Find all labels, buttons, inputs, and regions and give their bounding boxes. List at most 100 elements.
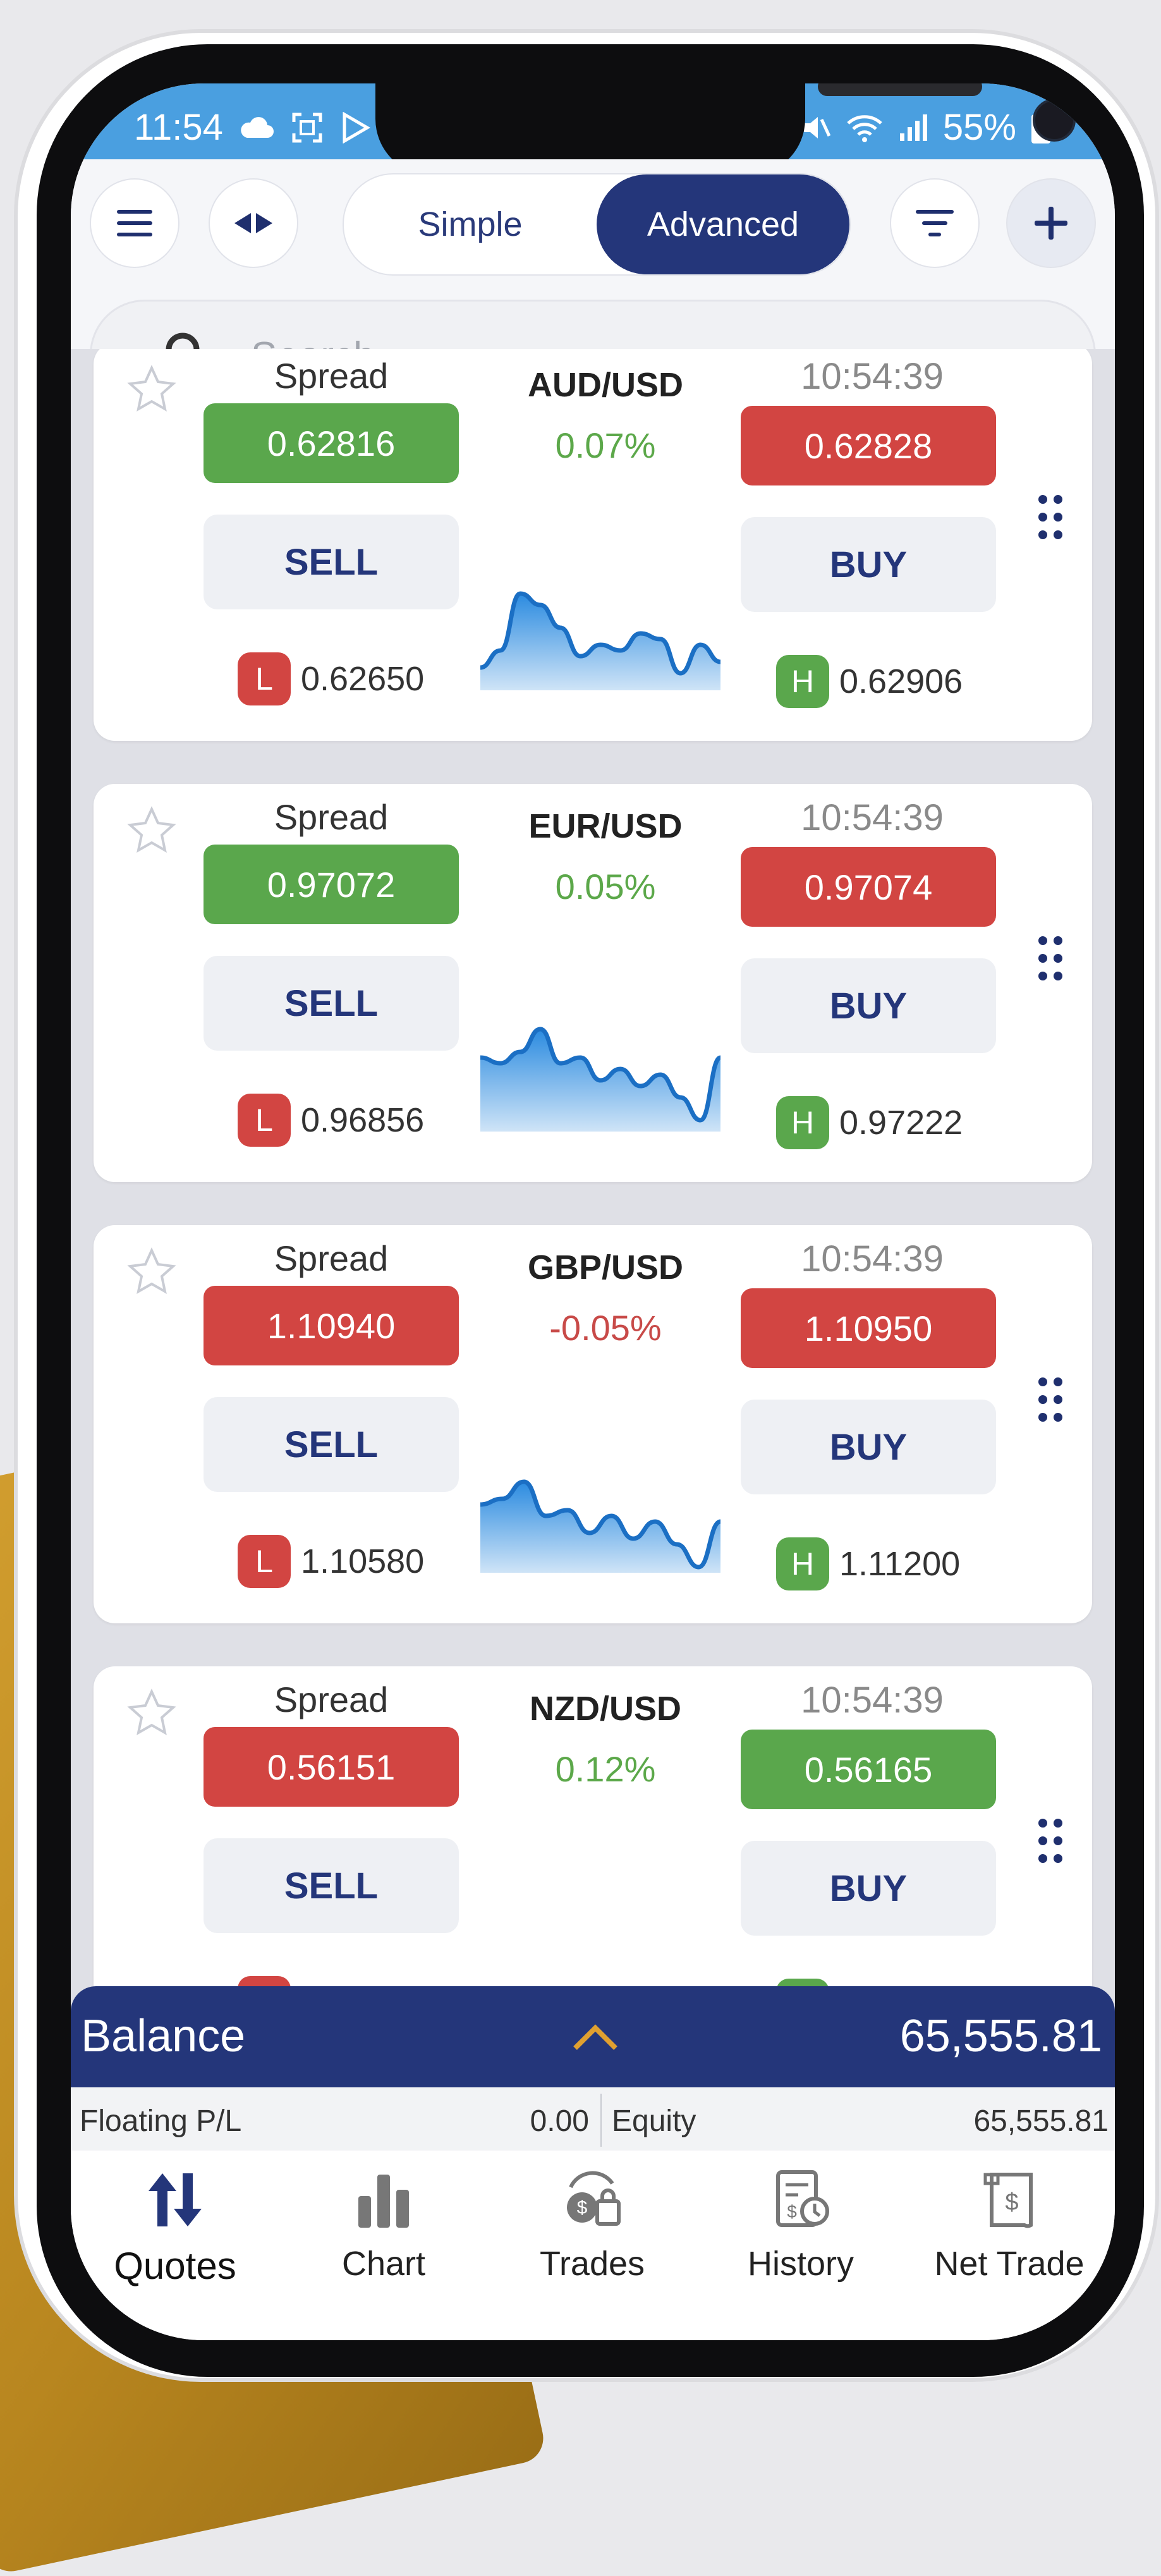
buy-button[interactable]: BUY bbox=[741, 1400, 996, 1494]
low-value: 0.62650 bbox=[301, 660, 425, 698]
sell-button[interactable]: SELL bbox=[204, 1838, 459, 1933]
history-icon: $ bbox=[776, 2170, 829, 2227]
quote-time: 10:54:39 bbox=[801, 797, 944, 838]
wifi-icon bbox=[847, 114, 882, 142]
star-icon[interactable] bbox=[126, 805, 177, 856]
sell-price[interactable]: 0.56151 bbox=[204, 1727, 459, 1807]
cloud-icon bbox=[241, 116, 274, 138]
quote-card[interactable]: Spread AUD/USD 10:54:39 0.07% 0.62816 0.… bbox=[94, 349, 1092, 741]
high-badge: H bbox=[776, 1096, 829, 1149]
add-button[interactable] bbox=[1006, 178, 1096, 268]
low-badge: L bbox=[238, 1535, 291, 1588]
low-badge: L bbox=[238, 1094, 291, 1147]
sparkline-chart bbox=[480, 591, 720, 690]
buy-price[interactable]: 0.62828 bbox=[741, 406, 996, 485]
nav-label: Quotes bbox=[114, 2245, 236, 2287]
quote-card[interactable]: Spread EUR/USD 10:54:39 0.05% 0.97072 0.… bbox=[94, 784, 1092, 1182]
nav-label: Chart bbox=[341, 2245, 426, 2283]
sell-button[interactable]: SELL bbox=[204, 1397, 459, 1492]
day-high: H 0.97222 bbox=[776, 1096, 963, 1149]
equity-label: Equity bbox=[612, 2104, 696, 2138]
bottom-nav: Quotes Chart $ Trades $ History $ Net Tr… bbox=[71, 2151, 1115, 2340]
sell-button[interactable]: SELL bbox=[204, 956, 459, 1051]
equity-value: 65,555.81 bbox=[973, 2104, 1109, 2138]
buy-price[interactable]: 1.10950 bbox=[741, 1288, 996, 1368]
drag-handle-icon[interactable] bbox=[1031, 492, 1069, 542]
low-value: 0.96856 bbox=[301, 1101, 425, 1139]
swap-view-button[interactable] bbox=[209, 178, 298, 268]
sparkline-chart bbox=[480, 1479, 720, 1573]
tab-advanced[interactable]: Advanced bbox=[597, 174, 849, 274]
pair-name: GBP/USD bbox=[527, 1248, 684, 1286]
speaker-grille bbox=[818, 83, 982, 96]
nav-label: Net Trade bbox=[934, 2245, 1085, 2283]
floating-pl-label: Floating P/L bbox=[80, 2104, 242, 2138]
filter-icon bbox=[916, 210, 954, 236]
high-value: 0.62906 bbox=[839, 662, 963, 700]
spread-label: Spread bbox=[274, 1238, 389, 1278]
high-value: 0.97222 bbox=[839, 1104, 963, 1142]
signal-icon bbox=[899, 114, 927, 141]
floating-pl-value: 0.00 bbox=[530, 2104, 589, 2138]
star-icon[interactable] bbox=[126, 364, 177, 415]
high-badge: H bbox=[776, 655, 829, 708]
nav-trades[interactable]: $ Trades bbox=[488, 2151, 696, 2290]
change-percent: 0.05% bbox=[555, 867, 656, 906]
battery-percent: 55% bbox=[942, 107, 1016, 148]
pair-name: EUR/USD bbox=[528, 807, 683, 845]
spread-label: Spread bbox=[274, 1680, 389, 1719]
drag-handle-icon[interactable] bbox=[1031, 1374, 1069, 1425]
buy-price[interactable]: 0.56165 bbox=[741, 1730, 996, 1809]
front-camera bbox=[1033, 99, 1076, 142]
bar-chart-icon bbox=[358, 2175, 409, 2228]
menu-button[interactable] bbox=[90, 178, 179, 268]
high-value: 1.11200 bbox=[839, 1545, 961, 1583]
sell-price[interactable]: 0.97072 bbox=[204, 845, 459, 924]
play-store-icon bbox=[343, 111, 370, 143]
change-percent: -0.05% bbox=[549, 1308, 662, 1348]
tab-simple[interactable]: Simple bbox=[344, 174, 597, 274]
arrows-up-down-icon bbox=[149, 2173, 202, 2226]
buy-button[interactable]: BUY bbox=[741, 1841, 996, 1936]
sell-button[interactable]: SELL bbox=[204, 515, 459, 609]
day-low: L 0.62650 bbox=[238, 652, 424, 705]
drag-handle-icon[interactable] bbox=[1031, 1816, 1069, 1866]
star-icon[interactable] bbox=[126, 1247, 177, 1297]
change-percent: 0.07% bbox=[555, 425, 656, 465]
svg-text:$: $ bbox=[1005, 2189, 1018, 2216]
pair-name: NZD/USD bbox=[530, 1690, 681, 1728]
sell-price[interactable]: 1.10940 bbox=[204, 1286, 459, 1365]
star-icon[interactable] bbox=[126, 1688, 177, 1738]
buy-button[interactable]: BUY bbox=[741, 517, 996, 612]
quote-time: 10:54:39 bbox=[801, 1680, 944, 1721]
status-time: 11:54 bbox=[134, 107, 223, 148]
app-screen: 11:54 55% Simple Advanced Search Spread … bbox=[71, 83, 1115, 2340]
day-low: L 0.96856 bbox=[238, 1094, 424, 1147]
chevron-up-icon[interactable] bbox=[570, 2018, 621, 2056]
quote-time: 10:54:39 bbox=[801, 356, 944, 397]
day-high: H 1.11200 bbox=[776, 1537, 960, 1590]
arrows-left-right-icon bbox=[234, 213, 272, 233]
account-summary: Floating P/L 0.00 Equity 65,555.81 bbox=[71, 2087, 1115, 2151]
drag-handle-icon[interactable] bbox=[1031, 933, 1069, 984]
nav-history[interactable]: $ History bbox=[696, 2151, 905, 2290]
balance-value: 65,555.81 bbox=[899, 2011, 1102, 2061]
quote-card[interactable]: Spread GBP/USD 10:54:39 -0.05% 1.10940 1… bbox=[94, 1225, 1092, 1623]
low-value: 1.10580 bbox=[301, 1542, 425, 1580]
day-high: H 0.62906 bbox=[776, 655, 963, 708]
buy-price[interactable]: 0.97074 bbox=[741, 847, 996, 927]
app-header: Simple Advanced bbox=[71, 159, 1115, 410]
spread-label: Spread bbox=[274, 797, 389, 837]
filter-button[interactable] bbox=[890, 178, 980, 268]
trades-icon: $ bbox=[567, 2171, 621, 2226]
nav-chart[interactable]: Chart bbox=[279, 2151, 488, 2290]
balance-bar[interactable]: Balance 65,555.81 bbox=[71, 1986, 1115, 2087]
sell-price[interactable]: 0.62816 bbox=[204, 403, 459, 483]
plus-icon bbox=[1035, 207, 1067, 240]
balance-label: Balance bbox=[81, 2011, 246, 2061]
sparkline-area bbox=[480, 594, 720, 690]
nav-net-trade[interactable]: $ Net Trade bbox=[905, 2151, 1114, 2290]
nav-quotes[interactable]: Quotes bbox=[71, 2151, 279, 2290]
high-badge: H bbox=[776, 1537, 829, 1590]
buy-button[interactable]: BUY bbox=[741, 958, 996, 1053]
